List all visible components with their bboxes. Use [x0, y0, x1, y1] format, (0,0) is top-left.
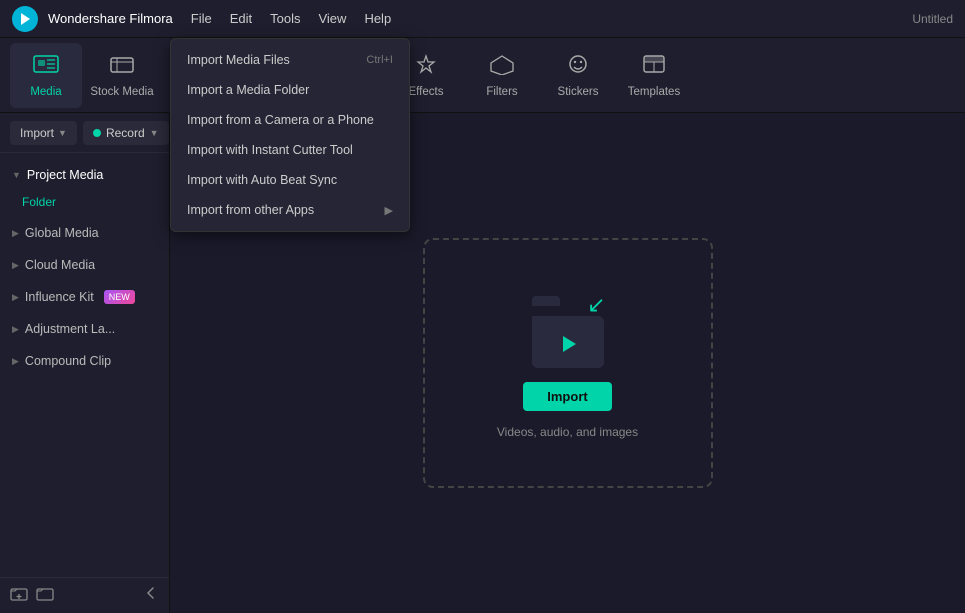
sidebar-item-adjustment-layer[interactable]: ▶ Adjustment La... — [0, 313, 169, 345]
dropdown-import-camera[interactable]: Import from a Camera or a Phone — [171, 105, 409, 135]
record-caret-icon: ▼ — [150, 128, 159, 138]
toolbar-btn-stickers[interactable]: Stickers — [542, 43, 614, 108]
folder-shape — [532, 316, 604, 368]
import-caret-icon: ▼ — [58, 128, 67, 138]
import-label: Import — [20, 126, 54, 140]
drop-zone: ↙ Import Videos, audio, and images — [423, 238, 713, 488]
toolbar-btn-filters[interactable]: Filters — [466, 43, 538, 108]
toolbar-btn-stock-media[interactable]: Stock Media — [86, 43, 158, 108]
import-camera-label: Import from a Camera or a Phone — [187, 113, 374, 127]
chevron-right-icon: ▶ — [12, 228, 19, 239]
stock-media-icon — [109, 53, 135, 81]
filmora-logo-icon — [554, 330, 582, 358]
new-badge: NEW — [104, 290, 135, 304]
new-folder-icon[interactable] — [36, 585, 54, 606]
filters-label: Filters — [486, 86, 517, 98]
sidebar-item-influence-kit[interactable]: ▶ Influence Kit NEW — [0, 281, 169, 313]
import-auto-beat-label: Import with Auto Beat Sync — [187, 173, 337, 187]
templates-icon — [641, 53, 667, 81]
menu-tools[interactable]: Tools — [270, 7, 300, 30]
menu-bar: File Edit Tools View Help — [191, 7, 391, 30]
import-dropdown-menu: Import Media Files Ctrl+I Import a Media… — [170, 38, 410, 232]
chevron-down-icon: ▼ — [12, 170, 21, 180]
dropdown-import-other-apps[interactable]: Import from other Apps ▶ — [171, 195, 409, 225]
import-button[interactable]: Import ▼ — [10, 121, 77, 145]
collapse-sidebar-icon[interactable] — [143, 585, 159, 606]
templates-label: Templates — [628, 86, 680, 98]
record-dot-icon — [93, 129, 101, 137]
submenu-arrow-icon: ▶ — [385, 204, 393, 217]
cloud-media-label: Cloud Media — [25, 258, 95, 272]
drop-hint-text: Videos, audio, and images — [497, 425, 638, 439]
effects-label: Effects — [409, 86, 444, 98]
window-title: Untitled — [912, 12, 953, 26]
folder-item: Folder — [0, 191, 169, 217]
import-media-files-label: Import Media Files — [187, 53, 290, 67]
menu-edit[interactable]: Edit — [230, 7, 252, 30]
sidebar-header: Import ▼ Record ▼ ⚗ ··· — [0, 113, 169, 153]
stock-media-label: Stock Media — [90, 86, 153, 98]
filters-icon — [489, 53, 515, 81]
compound-clip-label: Compound Clip — [25, 354, 111, 368]
app-logo — [12, 6, 38, 32]
media-icon — [33, 53, 59, 81]
record-label: Record — [106, 126, 145, 140]
sidebar: Import ▼ Record ▼ ⚗ ··· ▼ Project Media — [0, 113, 170, 613]
menu-view[interactable]: View — [318, 7, 346, 30]
project-media-label: Project Media — [27, 168, 103, 182]
effects-icon — [413, 53, 439, 81]
main: Import ▼ Record ▼ ⚗ ··· ▼ Project Media — [0, 113, 965, 613]
titlebar: Wondershare Filmora File Edit Tools View… — [0, 0, 965, 38]
drop-icon: ↙ — [528, 288, 608, 368]
adjustment-layer-label: Adjustment La... — [25, 322, 115, 336]
add-folder-icon[interactable] — [10, 585, 28, 606]
arrow-down-icon: ↙ — [587, 292, 605, 318]
dropdown-import-media-folder[interactable]: Import a Media Folder — [171, 75, 409, 105]
dropdown-import-media-files[interactable]: Import Media Files Ctrl+I — [171, 45, 409, 75]
influence-kit-label: Influence Kit — [25, 290, 94, 304]
import-other-apps-label: Import from other Apps — [187, 203, 314, 217]
chevron-right-icon: ▶ — [12, 356, 19, 367]
import-instant-cutter-label: Import with Instant Cutter Tool — [187, 143, 353, 157]
import-media-folder-label: Import a Media Folder — [187, 83, 309, 97]
dropdown-import-auto-beat[interactable]: Import with Auto Beat Sync — [171, 165, 409, 195]
toolbar-btn-media[interactable]: Media — [10, 43, 82, 108]
record-button[interactable]: Record ▼ — [83, 121, 169, 145]
toolbar-btn-templates[interactable]: Templates — [618, 43, 690, 108]
sidebar-item-global-media[interactable]: ▶ Global Media — [0, 217, 169, 249]
sidebar-item-cloud-media[interactable]: ▶ Cloud Media — [0, 249, 169, 281]
media-label: Media — [30, 86, 61, 98]
global-media-label: Global Media — [25, 226, 99, 240]
import-media-files-shortcut: Ctrl+I — [366, 54, 393, 66]
folder-button[interactable]: Folder — [0, 191, 169, 217]
stickers-icon — [565, 53, 591, 81]
import-cta-button[interactable]: Import — [523, 382, 611, 411]
sidebar-item-project-media[interactable]: ▼ Project Media — [0, 159, 169, 191]
chevron-right-icon: ▶ — [12, 324, 19, 335]
sidebar-item-compound-clip[interactable]: ▶ Compound Clip — [0, 345, 169, 377]
folder-label: Folder — [22, 195, 56, 209]
sidebar-bottom — [0, 577, 169, 613]
menu-help[interactable]: Help — [364, 7, 391, 30]
toolbar: Media Stock Media Audio T Titles — [0, 38, 965, 113]
stickers-label: Stickers — [558, 86, 599, 98]
app-name: Wondershare Filmora — [48, 11, 173, 26]
folder-tab — [532, 296, 560, 306]
chevron-right-icon: ▶ — [12, 292, 19, 303]
dropdown-import-instant-cutter[interactable]: Import with Instant Cutter Tool — [171, 135, 409, 165]
chevron-right-icon: ▶ — [12, 260, 19, 271]
sidebar-nav: ▼ Project Media Folder ▶ Global Media ▶ … — [0, 153, 169, 577]
menu-file[interactable]: File — [191, 7, 212, 30]
